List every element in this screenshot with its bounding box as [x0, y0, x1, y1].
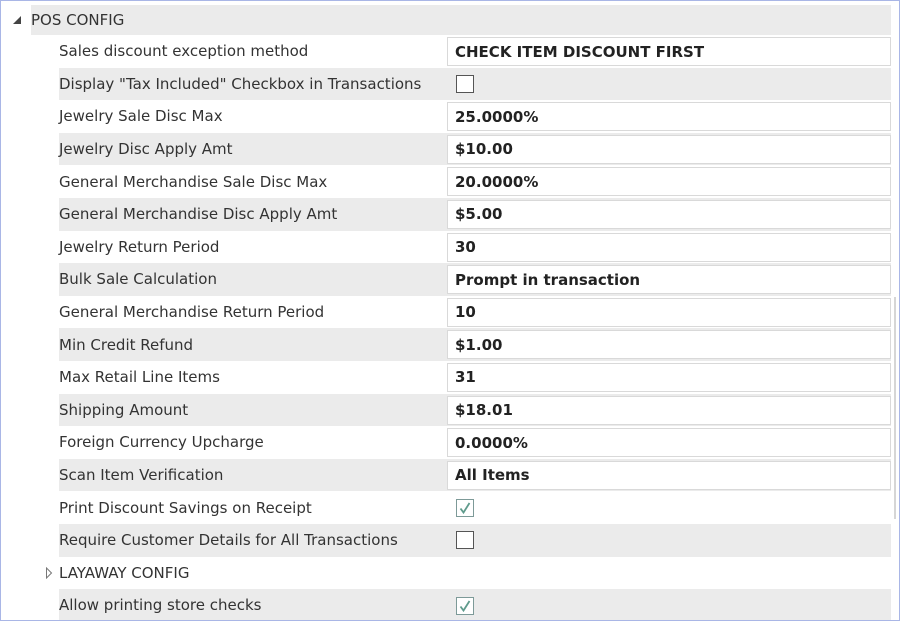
property-value-field[interactable]: $18.01 — [447, 395, 891, 425]
property-row-print-discount-savings-on-receipt: Print Discount Savings on Receipt — [59, 491, 891, 524]
property-label: General Merchandise Sale Disc Max — [59, 172, 328, 191]
property-row-sales-discount-exception-method: Sales discount exception method CHECK ITE… — [59, 35, 891, 68]
property-label: Bulk Sale Calculation — [59, 270, 217, 289]
property-row-display-tax-included-checkbox-in-transactions: Display "Tax Included" Checkbox in Trans… — [59, 67, 891, 101]
property-value-field[interactable]: $5.00 — [447, 199, 891, 229]
scrollbar[interactable] — [894, 297, 896, 519]
property-grid: POS CONFIG Sales discount exception meth… — [0, 0, 900, 621]
checkbox-checked[interactable] — [456, 596, 474, 615]
property-label: General Merchandise Return Period — [59, 303, 325, 322]
property-label: Display "Tax Included" Checkbox in Trans… — [59, 74, 422, 93]
property-row-foreign-currency-upcharge: Foreign Currency Upcharge 0.0000% — [59, 426, 891, 459]
property-value-field[interactable]: 0.0000% — [447, 428, 891, 458]
checkmark-icon — [458, 599, 472, 613]
pos-config-title: POS CONFIG — [31, 11, 125, 29]
property-label: Min Credit Refund — [59, 335, 194, 354]
property-row-general-merchandise-return-period: General Merchandise Return Period 10 — [59, 296, 891, 329]
property-row-jewelry-disc-apply-amt: Jewelry Disc Apply Amt $10.00 — [59, 132, 891, 166]
expanded-triangle-icon[interactable] — [11, 14, 23, 26]
property-value-field[interactable]: CHECK ITEM DISCOUNT FIRST — [447, 37, 891, 66]
property-value-field[interactable]: $1.00 — [447, 330, 891, 360]
property-value-cell — [447, 493, 891, 522]
property-row-jewelry-sale-disc-max: Jewelry Sale Disc Max 25.0000% — [59, 100, 891, 133]
property-row-jewelry-return-period: Jewelry Return Period 30 — [59, 231, 891, 264]
checkmark-icon — [458, 501, 472, 515]
pos-config-header[interactable]: POS CONFIG — [31, 5, 891, 35]
property-value-field[interactable]: All Items — [447, 460, 891, 490]
property-row-require-customer-details-for-all-transactions: Require Customer Details for All Transac… — [59, 523, 891, 557]
property-row-bulk-sale-calculation: Bulk Sale Calculation Prompt in transacti… — [59, 263, 891, 296]
property-value-field[interactable]: Prompt in transaction — [447, 265, 891, 295]
property-label: Jewelry Disc Apply Amt — [59, 140, 233, 159]
property-value-field[interactable]: 30 — [447, 232, 891, 262]
collapsed-triangle-icon[interactable] — [43, 566, 55, 579]
property-label: Shipping Amount — [59, 400, 189, 419]
checkbox-checked[interactable] — [456, 498, 474, 517]
layaway-config-header[interactable]: LAYAWAY CONFIG — [46, 557, 891, 590]
checkbox-unchecked[interactable] — [456, 75, 474, 94]
property-label: Require Customer Details for All Transac… — [59, 531, 398, 550]
property-label: General Merchandise Disc Apply Amt — [59, 205, 338, 224]
property-rows: Sales discount exception method CHECK ITE… — [46, 35, 891, 620]
property-label: Max Retail Line Items — [59, 368, 220, 387]
layaway-config-title: LAYAWAY CONFIG — [59, 563, 190, 582]
property-label: Jewelry Return Period — [59, 237, 220, 256]
property-row-shipping-amount: Shipping Amount $18.01 — [59, 393, 891, 427]
property-row-scan-item-verification: Scan Item Verification All Items — [59, 458, 891, 492]
property-value-field[interactable]: 10 — [447, 297, 891, 327]
property-value-field[interactable]: 20.0000% — [447, 167, 891, 197]
property-value-field[interactable]: $10.00 — [447, 134, 891, 164]
property-label: Scan Item Verification — [59, 466, 224, 485]
property-label: Print Discount Savings on Receipt — [59, 498, 312, 517]
property-value-cell — [447, 70, 891, 99]
property-label: Sales discount exception method — [59, 42, 309, 61]
property-value-field[interactable]: 31 — [447, 362, 891, 392]
property-value-cell — [447, 526, 891, 555]
property-value-cell — [447, 591, 891, 620]
property-row-allow-printing-store-checks: Allow printing store checks — [59, 589, 891, 620]
property-row-min-credit-refund: Min Credit Refund $1.00 — [59, 328, 891, 361]
property-value-field[interactable]: 25.0000% — [447, 102, 891, 132]
property-label: Allow printing store checks — [59, 596, 262, 615]
property-row-max-retail-line-items: Max Retail Line Items 31 — [59, 361, 891, 394]
property-label: Jewelry Sale Disc Max — [59, 107, 223, 126]
property-row-general-merchandise-disc-apply-amt: General Merchandise Disc Apply Amt $5.00 — [59, 197, 891, 231]
property-row-general-merchandise-sale-disc-max: General Merchandise Sale Disc Max 20.0000… — [59, 165, 891, 198]
checkbox-unchecked[interactable] — [456, 531, 474, 550]
property-label: Foreign Currency Upcharge — [59, 433, 264, 452]
